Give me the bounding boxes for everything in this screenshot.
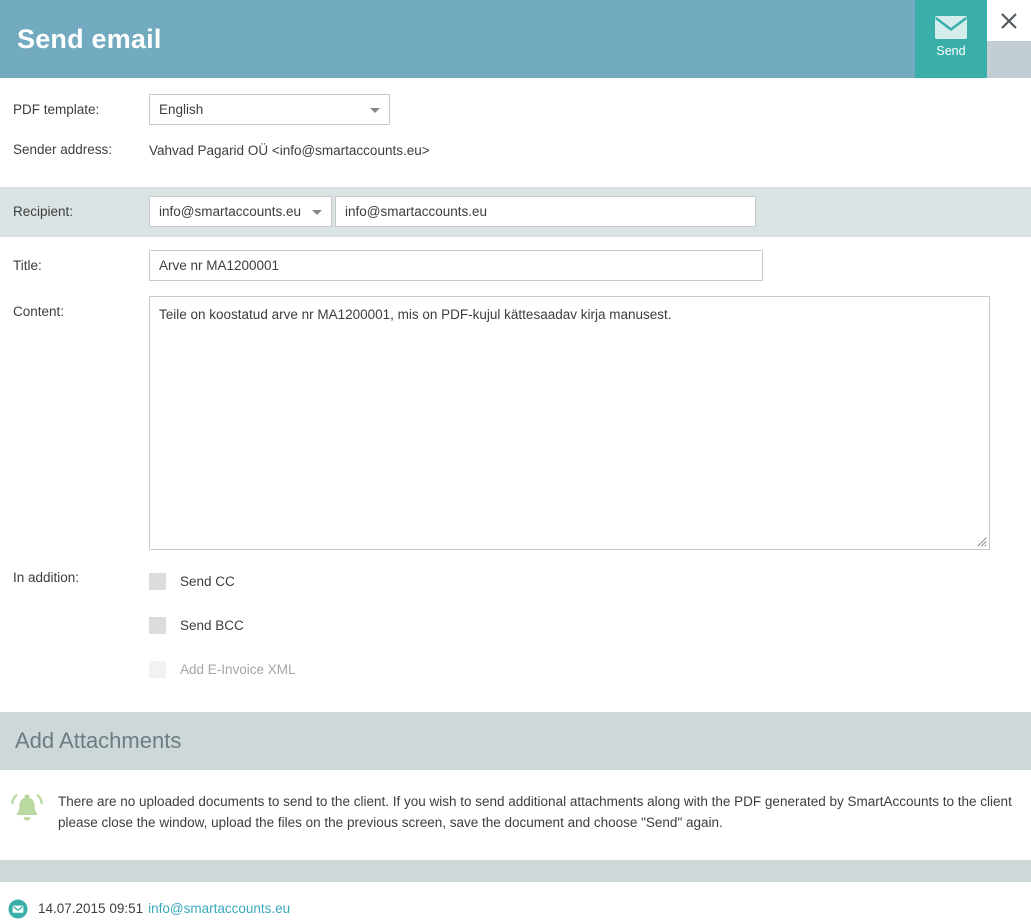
content-value bbox=[149, 296, 1031, 553]
attachments-section-header: Add Attachments bbox=[0, 712, 1031, 770]
recipient-input[interactable] bbox=[335, 196, 756, 227]
content-label: Content: bbox=[13, 304, 65, 319]
page-title: Send email bbox=[17, 23, 162, 54]
pdf-template-value: English bbox=[149, 94, 1031, 125]
checkbox-send-bcc[interactable]: Send BCC bbox=[149, 614, 1031, 636]
row-title: Title: bbox=[0, 250, 1031, 281]
row-pdf-template: PDF template: English bbox=[0, 78, 1031, 125]
email-log-row: 14.07.2015 09:51 info@smartaccounts.eu bbox=[0, 882, 1031, 919]
in-addition-options: Send CC Send BCC Add E-Invoice XML bbox=[149, 570, 1031, 680]
title-input[interactable] bbox=[149, 250, 763, 281]
in-addition-label: In addition: bbox=[13, 570, 80, 585]
recipient-select-value: info@smartaccounts.eu bbox=[159, 204, 302, 219]
title-value bbox=[149, 250, 1031, 281]
envelope-icon bbox=[935, 15, 967, 39]
chevron-down-icon bbox=[312, 209, 322, 215]
attachments-note-text: There are no uploaded documents to send … bbox=[58, 794, 1012, 830]
checkbox-add-einvoice-xml: Add E-Invoice XML bbox=[149, 658, 1031, 680]
content-textarea-wrap bbox=[149, 296, 990, 550]
checkbox-add-einvoice-xml-box bbox=[149, 660, 166, 678]
bell-icon bbox=[11, 794, 43, 821]
close-button[interactable] bbox=[987, 0, 1031, 41]
attachments-title: Add Attachments bbox=[15, 728, 182, 753]
attachments-note: There are no uploaded documents to send … bbox=[0, 770, 1031, 834]
close-stub-block bbox=[987, 41, 1031, 78]
close-area bbox=[987, 0, 1031, 78]
sender-address-label: Sender address: bbox=[13, 142, 113, 157]
dialog-titlebar: Send email Send bbox=[0, 0, 1031, 78]
recipient-fields: info@smartaccounts.eu bbox=[149, 196, 1031, 227]
checkbox-send-bcc-label: Send BCC bbox=[180, 617, 244, 633]
checkbox-send-cc-box[interactable] bbox=[149, 572, 166, 590]
checkbox-add-einvoice-xml-label: Add E-Invoice XML bbox=[180, 661, 296, 677]
email-log-address-link[interactable]: info@smartaccounts.eu bbox=[148, 901, 290, 916]
close-icon bbox=[1001, 12, 1017, 29]
pdf-template-select[interactable]: English bbox=[149, 94, 390, 125]
row-recipient: Recipient: info@smartaccounts.eu bbox=[0, 187, 1031, 237]
checkbox-send-cc[interactable]: Send CC bbox=[149, 570, 1031, 592]
recipient-label: Recipient: bbox=[13, 204, 74, 219]
checkbox-send-cc-label: Send CC bbox=[180, 573, 235, 589]
title-label: Title: bbox=[13, 258, 42, 273]
row-in-addition: In addition: Send CC Send BCC Add E-Invo… bbox=[0, 570, 1031, 680]
send-button-label: Send bbox=[936, 43, 966, 58]
email-form: PDF template: English Sender address: Va… bbox=[0, 78, 1031, 680]
content-textarea[interactable] bbox=[149, 296, 990, 550]
send-button[interactable]: Send bbox=[915, 0, 987, 78]
sender-address-value: Vahvad Pagarid OÜ <info@smartaccounts.eu… bbox=[149, 143, 430, 158]
mail-circle-icon bbox=[8, 899, 28, 919]
footer-divider-bar bbox=[0, 859, 1031, 882]
checkbox-send-bcc-box[interactable] bbox=[149, 616, 166, 634]
recipient-select[interactable]: info@smartaccounts.eu bbox=[149, 196, 332, 227]
pdf-template-select-value: English bbox=[159, 102, 204, 117]
chevron-down-icon bbox=[370, 107, 380, 113]
pdf-template-label: PDF template: bbox=[13, 102, 100, 117]
row-sender-address: Sender address: Vahvad Pagarid OÜ <info@… bbox=[0, 142, 1031, 168]
email-log-timestamp: 14.07.2015 09:51 bbox=[38, 901, 144, 917]
row-content: Content: bbox=[0, 296, 1031, 553]
